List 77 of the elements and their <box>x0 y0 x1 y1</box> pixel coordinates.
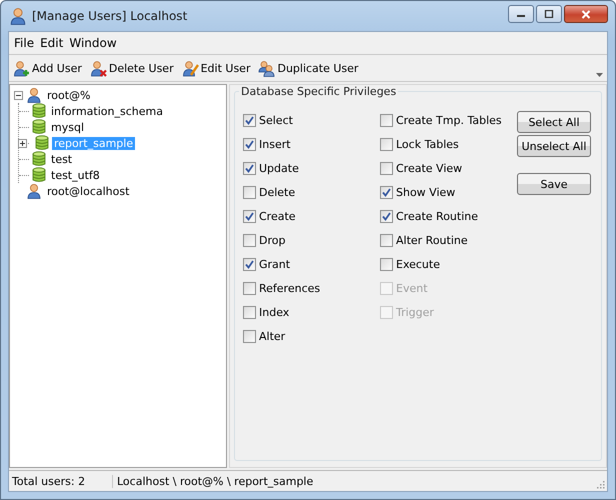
checkbox-label: Drop <box>259 234 286 246</box>
user-icon <box>26 183 42 199</box>
toolbar-button[interactable]: Add User <box>13 60 82 76</box>
tree-item[interactable]: mysql <box>49 120 86 134</box>
checkbox-label: Alter <box>259 330 286 342</box>
checkbox-label: Create Tmp. Tables <box>396 114 502 126</box>
tree-item[interactable]: root@localhost <box>45 184 132 198</box>
overflow-icon[interactable] <box>596 73 603 77</box>
checkbox-label: Show View <box>396 186 456 198</box>
group-title: Database Specific Privileges <box>240 85 398 98</box>
tree-item[interactable]: root@% <box>45 88 93 102</box>
tree-item[interactable]: test_utf8 <box>49 168 102 182</box>
database-icon <box>32 151 46 167</box>
two-users-icon <box>258 60 276 76</box>
checkbox[interactable] <box>380 210 393 222</box>
close-icon <box>581 10 591 18</box>
checkbox-label: Alter Routine <box>396 234 468 246</box>
maximize-button[interactable] <box>536 5 562 23</box>
checkbox-label: Create Routine <box>396 210 478 222</box>
close-button[interactable] <box>564 5 608 23</box>
status-text: Total users: 2 <box>9 474 113 488</box>
checkbox-label: Select <box>259 114 293 126</box>
database-icon <box>32 119 46 135</box>
checkbox-label: Create View <box>396 162 462 174</box>
expand-toggle[interactable] <box>18 138 27 148</box>
checkbox[interactable] <box>243 210 256 222</box>
toolbar-button[interactable]: Duplicate User <box>258 60 358 76</box>
checkbox-label: Delete <box>259 186 296 198</box>
tree-item[interactable]: information_schema <box>49 104 165 118</box>
checkbox[interactable] <box>243 162 256 174</box>
resize-grip-icon[interactable] <box>595 479 605 489</box>
checkbox-label: Insert <box>259 138 291 150</box>
collapse-toggle[interactable] <box>14 90 23 100</box>
checkbox[interactable] <box>380 162 393 174</box>
user-icon <box>26 87 42 103</box>
edit-user-icon <box>182 60 199 76</box>
tree-item[interactable]: test <box>49 152 74 166</box>
checkbox[interactable] <box>380 258 393 270</box>
database-icon <box>32 103 46 119</box>
toolbar-button[interactable]: Delete User <box>90 60 174 76</box>
checkbox[interactable] <box>243 234 256 246</box>
database-icon <box>32 167 46 183</box>
checkbox[interactable] <box>243 138 256 150</box>
checkbox[interactable] <box>243 186 256 198</box>
toolbar-button[interactable]: Edit User <box>182 60 250 76</box>
checkbox-label: References <box>259 282 320 294</box>
user-icon <box>9 7 27 25</box>
checkbox[interactable] <box>243 306 256 318</box>
checkbox-label: Execute <box>396 258 440 270</box>
checkbox-label: Grant <box>259 258 290 270</box>
checkbox[interactable] <box>243 258 256 270</box>
menu-item[interactable]: Window <box>66 34 120 52</box>
checkbox-label: Update <box>259 162 299 174</box>
action-button[interactable]: Unselect All <box>517 135 591 157</box>
checkbox[interactable] <box>243 330 256 342</box>
action-button[interactable]: Select All <box>517 111 591 133</box>
delete-user-icon <box>90 60 107 76</box>
status-path: Localhost \ root@% \ report_sample <box>116 474 314 488</box>
menu-item[interactable]: Edit <box>37 34 66 52</box>
checkbox[interactable] <box>380 138 393 150</box>
checkbox[interactable] <box>380 186 393 198</box>
checkbox[interactable] <box>243 114 256 126</box>
window-title: [Manage Users] Localhost <box>32 9 188 23</box>
checkbox[interactable] <box>243 282 256 294</box>
checkbox[interactable] <box>380 114 393 126</box>
checkbox-label: Trigger <box>396 306 434 318</box>
add-user-icon <box>13 60 30 76</box>
maximize-icon <box>544 10 554 18</box>
minimize-button[interactable] <box>508 5 534 23</box>
menu-item[interactable]: File <box>11 34 38 52</box>
checkbox[interactable] <box>380 234 393 246</box>
checkbox-label: Create <box>259 210 296 222</box>
checkbox-label: Index <box>259 306 290 318</box>
checkbox-label: Event <box>396 282 428 294</box>
checkbox-label: Lock Tables <box>396 138 459 150</box>
action-button[interactable]: Save <box>517 173 591 195</box>
database-icon <box>35 135 49 151</box>
